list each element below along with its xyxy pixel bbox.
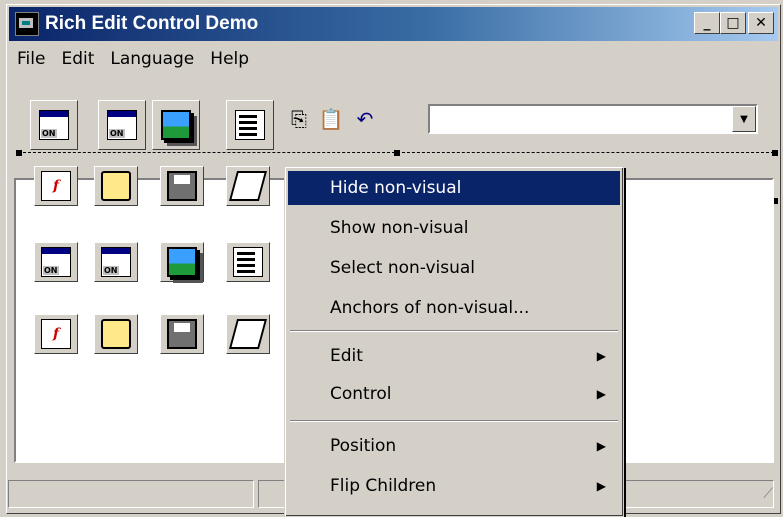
toolbar-button-form-1[interactable] bbox=[30, 100, 78, 150]
maximize-button[interactable]: □ bbox=[720, 12, 746, 34]
grid-button[interactable] bbox=[94, 242, 138, 282]
grid-button[interactable] bbox=[94, 314, 138, 354]
status-panel bbox=[8, 480, 254, 508]
undo-button[interactable]: ↶ bbox=[350, 103, 380, 135]
submenu-arrow-icon: ▶ bbox=[596, 439, 606, 453]
form-button-icon bbox=[39, 110, 69, 140]
form-button-icon bbox=[107, 110, 137, 140]
menu-language[interactable]: Language bbox=[102, 49, 202, 69]
grid-button[interactable] bbox=[226, 166, 270, 206]
menu-edit[interactable]: Edit bbox=[53, 49, 102, 69]
menu-item-control[interactable]: Control ▶ bbox=[288, 377, 620, 411]
list-icon bbox=[233, 247, 263, 277]
context-menu: Hide non-visual Show non-visual Select n… bbox=[284, 166, 624, 517]
selection-handle[interactable] bbox=[16, 150, 22, 156]
menu-item-edit[interactable]: Edit ▶ bbox=[288, 339, 620, 373]
grid-button[interactable] bbox=[226, 314, 270, 354]
disk-icon bbox=[167, 171, 197, 201]
toolbar-button-form-2[interactable] bbox=[98, 100, 146, 150]
close-button[interactable]: ✕ bbox=[748, 12, 774, 34]
grid-button[interactable] bbox=[160, 242, 204, 282]
menu-item-position[interactable]: Position ▶ bbox=[288, 429, 620, 463]
grid-button[interactable] bbox=[226, 242, 270, 282]
menu-help[interactable]: Help bbox=[202, 49, 257, 69]
menu-item-select-non-visual[interactable]: Select non-visual bbox=[288, 251, 620, 285]
menu-file[interactable]: File bbox=[9, 49, 53, 69]
picture-icon bbox=[161, 110, 191, 140]
copy-button[interactable]: ⎘ bbox=[284, 103, 314, 135]
combo-dropdown-arrow-icon[interactable]: ▼ bbox=[732, 106, 756, 132]
toolbar-button-list[interactable] bbox=[226, 100, 274, 150]
selection-handle[interactable] bbox=[772, 150, 778, 156]
menu-item-anchors-of-non-visual[interactable]: Anchors of non-visual... bbox=[288, 291, 620, 325]
grid-button[interactable] bbox=[160, 166, 204, 206]
font-icon: f bbox=[41, 171, 71, 201]
grid-button[interactable]: f bbox=[34, 314, 78, 354]
folder-icon bbox=[101, 319, 131, 349]
grid-button[interactable] bbox=[94, 166, 138, 206]
app-icon[interactable] bbox=[15, 12, 39, 36]
form-button-icon bbox=[41, 247, 71, 277]
grid-button[interactable] bbox=[160, 314, 204, 354]
form-button-icon bbox=[101, 247, 131, 277]
printer-icon bbox=[228, 319, 268, 349]
window-title: Rich Edit Control Demo bbox=[45, 13, 259, 34]
paste-icon: 📋 bbox=[318, 107, 344, 131]
list-icon bbox=[235, 110, 265, 140]
paste-button[interactable]: 📋 bbox=[316, 103, 346, 135]
menu-separator bbox=[290, 420, 618, 422]
font-icon: f bbox=[41, 319, 71, 349]
menu-bar: File Edit Language Help bbox=[9, 43, 778, 75]
copy-icon: ⎘ bbox=[291, 107, 307, 131]
menu-separator bbox=[290, 330, 618, 332]
disk-icon bbox=[167, 319, 197, 349]
menu-item-show-non-visual[interactable]: Show non-visual bbox=[288, 211, 620, 245]
toolbar-button-picture[interactable] bbox=[152, 100, 200, 150]
picture-icon bbox=[167, 247, 197, 277]
menu-item-flip-children[interactable]: Flip Children ▶ bbox=[288, 469, 620, 503]
selection-handle[interactable] bbox=[394, 150, 400, 156]
submenu-arrow-icon: ▶ bbox=[596, 349, 606, 363]
submenu-arrow-icon: ▶ bbox=[596, 479, 606, 493]
title-bar[interactable]: Rich Edit Control Demo _ □ ✕ bbox=[9, 7, 778, 41]
undo-icon: ↶ bbox=[356, 107, 374, 131]
menu-item-hide-non-visual[interactable]: Hide non-visual bbox=[288, 171, 620, 205]
toolbar-combo[interactable]: ▼ bbox=[428, 104, 758, 134]
grid-button[interactable]: f bbox=[34, 166, 78, 206]
minimize-button[interactable]: _ bbox=[694, 12, 720, 34]
grid-button[interactable] bbox=[34, 242, 78, 282]
printer-icon bbox=[228, 171, 268, 201]
submenu-arrow-icon: ▶ bbox=[596, 387, 606, 401]
folder-icon bbox=[101, 171, 131, 201]
size-grip-icon[interactable]: ⟋ bbox=[763, 486, 773, 502]
